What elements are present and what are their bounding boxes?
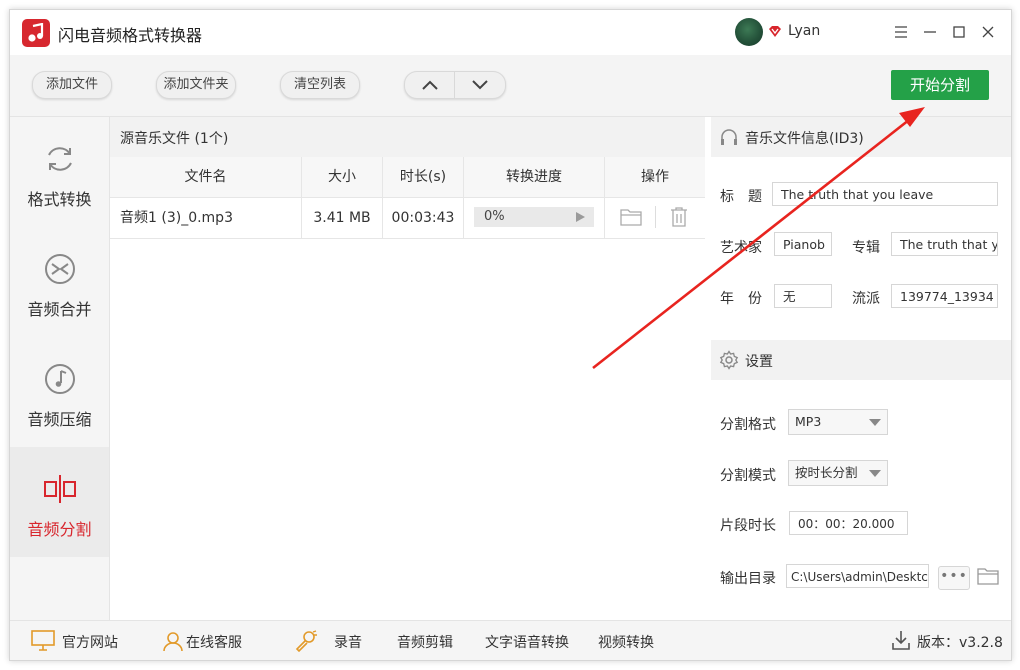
start-split-button[interactable]: 开始分割	[891, 70, 989, 100]
mode-label: 分割模式	[720, 468, 776, 484]
album-label: 专辑	[852, 240, 880, 256]
chevron-down-icon	[472, 80, 488, 90]
sidebar-item-label: 音频分割	[27, 520, 92, 539]
sidebar: 格式转换 音频合并 音频压缩 音频分割	[10, 117, 110, 620]
sidebar-item-audio-split[interactable]: 音频分割	[10, 447, 109, 557]
split-icon	[44, 475, 76, 503]
open-folder-icon[interactable]	[977, 566, 999, 585]
sidebar-item-format-convert[interactable]: 格式转换	[10, 117, 109, 227]
segment-duration-field[interactable]: 00：00：20.000	[789, 511, 908, 535]
file-list-header: 源音乐文件 (1个)	[110, 117, 705, 157]
close-icon[interactable]	[978, 22, 998, 42]
sidebar-item-audio-merge[interactable]: 音频合并	[10, 227, 109, 337]
file-list-title: 源音乐文件 (1个)	[120, 131, 229, 147]
settings-panel-header: 设置	[711, 340, 1011, 380]
move-buttons	[404, 71, 506, 99]
file-name-cell: 音频1 (3)_0.mp3	[110, 198, 302, 239]
format-select[interactable]: MP3	[788, 409, 888, 435]
official-website-link[interactable]: 官方网站	[62, 632, 118, 652]
online-support-link[interactable]: 在线客服	[186, 632, 242, 652]
microphone-icon	[295, 630, 317, 652]
username[interactable]: Lyan	[788, 23, 820, 39]
minimize-icon[interactable]	[920, 22, 940, 42]
gear-icon	[719, 350, 739, 370]
clear-list-button[interactable]: 清空列表	[280, 71, 360, 99]
year-field[interactable]: 无	[774, 284, 832, 308]
column-header-actions: 操作	[605, 157, 705, 198]
sidebar-item-label: 音频合并	[27, 300, 92, 319]
merge-icon	[45, 254, 75, 284]
genre-label: 流派	[852, 291, 880, 307]
sidebar-item-label: 格式转换	[27, 190, 92, 209]
album-field[interactable]: The truth that y	[891, 232, 998, 256]
app-title: 闪电音频格式转换器	[58, 26, 203, 45]
text-to-speech-link[interactable]: 文字语音转换	[485, 632, 569, 652]
id3-panel-title: 音乐文件信息(ID3)	[745, 131, 864, 147]
customer-service-icon	[163, 632, 183, 652]
artist-label: 艺术家	[720, 240, 762, 256]
toolbar: 添加文件 添加文件夹 清空列表 开始分割	[10, 55, 1011, 117]
headphones-icon	[721, 129, 737, 145]
trash-icon[interactable]	[670, 206, 688, 227]
format-label: 分割格式	[720, 417, 776, 433]
mode-select-value: 按时长分割	[795, 465, 858, 480]
version-text[interactable]: 版本：v3.2.8	[917, 632, 1003, 652]
id3-panel-header: 音乐文件信息(ID3)	[711, 117, 1011, 157]
music-note-icon	[45, 364, 75, 394]
record-link[interactable]: 录音	[334, 632, 362, 652]
progress-text: 0%	[484, 209, 505, 224]
open-folder-icon[interactable]	[620, 207, 642, 226]
genre-field[interactable]: 139774_13934	[891, 284, 998, 308]
divider	[655, 206, 656, 228]
download-icon	[892, 631, 910, 650]
segment-duration-label: 片段时长	[720, 518, 776, 534]
column-header-size: 大小	[302, 157, 383, 198]
column-header-duration: 时长(s)	[383, 157, 464, 198]
title-field[interactable]: The truth that you leave	[772, 182, 998, 206]
add-folder-button[interactable]: 添加文件夹	[156, 71, 236, 99]
video-convert-link[interactable]: 视频转换	[598, 632, 654, 652]
artist-field[interactable]: Pianob	[774, 232, 832, 256]
format-select-value: MP3	[795, 414, 822, 429]
move-up-button[interactable]	[405, 72, 455, 98]
audio-edit-link[interactable]: 音频剪辑	[397, 632, 453, 652]
settings-panel-title: 设置	[745, 354, 773, 370]
avatar[interactable]	[735, 18, 763, 46]
footer: 官方网站 在线客服 录音 音频剪辑 文字语音转换 视频转换 版本：v3.2.8	[10, 620, 1011, 660]
monitor-icon	[31, 630, 55, 651]
chevron-down-icon	[869, 419, 881, 426]
chevron-up-icon	[422, 80, 438, 90]
chevron-down-icon	[869, 470, 881, 477]
title-label: 标 题	[720, 189, 762, 205]
column-header-progress: 转换进度	[464, 157, 605, 198]
sidebar-item-audio-compress[interactable]: 音频压缩	[10, 337, 109, 447]
play-icon	[576, 212, 585, 222]
output-dir-field[interactable]: C:\Users\admin\Desktc	[786, 564, 929, 588]
output-dir-label: 输出目录	[720, 571, 776, 587]
browse-button[interactable]: •••	[938, 566, 970, 590]
year-label: 年 份	[720, 291, 762, 307]
column-header-filename: 文件名	[110, 157, 302, 198]
add-file-button[interactable]: 添加文件	[32, 71, 112, 99]
maximize-icon[interactable]	[949, 22, 969, 42]
file-size-cell: 3.41 MB	[302, 198, 383, 239]
file-duration-cell: 00:03:43	[383, 198, 464, 239]
menu-icon[interactable]	[891, 22, 911, 42]
title-bar: 闪电音频格式转换器 Lyan	[10, 10, 1011, 55]
refresh-icon	[48, 147, 72, 171]
move-down-button[interactable]	[455, 72, 505, 98]
app-window: 闪电音频格式转换器 Lyan 添加文件 添加文件夹 清空列表 开始分割 格式转换…	[9, 9, 1012, 661]
sidebar-item-label: 音频压缩	[27, 410, 92, 429]
app-logo-icon	[22, 19, 50, 47]
mode-select[interactable]: 按时长分割	[788, 460, 888, 486]
progress-bar: 0%	[474, 207, 594, 227]
vip-badge-icon	[769, 26, 781, 37]
